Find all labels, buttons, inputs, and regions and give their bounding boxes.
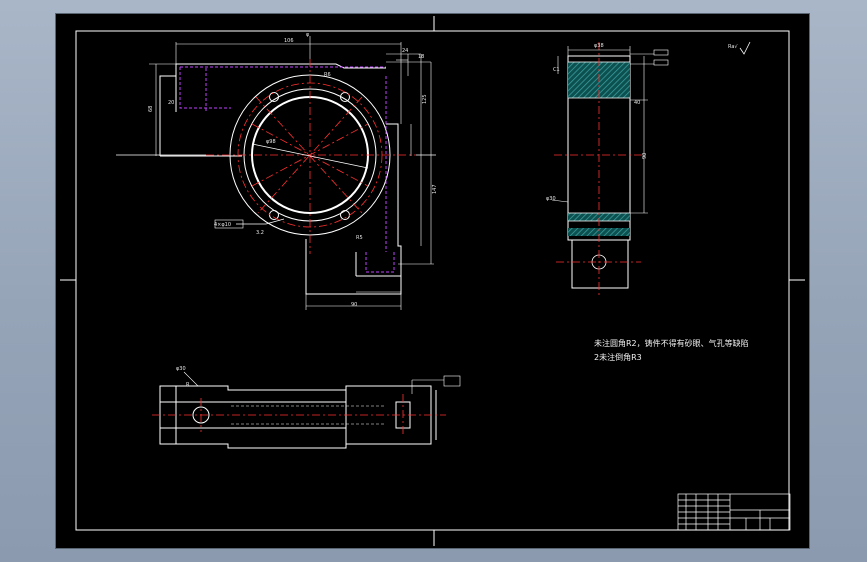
svg-text:R6: R6 bbox=[324, 72, 331, 78]
svg-text:C1: C1 bbox=[553, 67, 560, 73]
sheet-frame bbox=[60, 16, 805, 546]
svg-text:90: 90 bbox=[642, 153, 648, 159]
title-block bbox=[677, 493, 791, 531]
svg-text:147: 147 bbox=[432, 184, 438, 194]
svg-text:φ30: φ30 bbox=[176, 366, 186, 372]
svg-text:24: 24 bbox=[402, 48, 408, 54]
svg-text:3.2: 3.2 bbox=[256, 230, 264, 236]
svg-text:90: 90 bbox=[351, 302, 357, 308]
cad-drawing: 106 φ 24 18 125 147 68 20 90 φ98 4×φ10 R… bbox=[60, 16, 805, 546]
note-line-1: 未注圆角R2，铸件不得有砂眼、气孔等缺陷 bbox=[594, 338, 749, 348]
svg-text:R: R bbox=[186, 382, 190, 388]
svg-text:68: 68 bbox=[148, 106, 154, 112]
svg-text:φ38: φ38 bbox=[594, 43, 604, 49]
surface-roughness-label: Ra√ bbox=[728, 44, 738, 50]
svg-text:106: 106 bbox=[284, 38, 294, 44]
svg-text:4×φ10: 4×φ10 bbox=[214, 222, 231, 228]
svg-text:125: 125 bbox=[422, 94, 428, 104]
svg-text:φ30: φ30 bbox=[546, 196, 556, 202]
svg-text:R5: R5 bbox=[356, 235, 363, 241]
note-line-2: 2未注倒角R3 bbox=[594, 352, 642, 362]
svg-text:40: 40 bbox=[634, 100, 640, 106]
svg-text:φ: φ bbox=[306, 32, 310, 38]
svg-text:18: 18 bbox=[418, 54, 424, 60]
drawing-viewport[interactable]: 106 φ 24 18 125 147 68 20 90 φ98 4×φ10 R… bbox=[55, 13, 810, 549]
technical-notes: 未注圆角R2，铸件不得有砂眼、气孔等缺陷 2未注倒角R3 bbox=[594, 338, 749, 362]
side-view: φ38 90 40 C1 φ30 bbox=[546, 42, 669, 296]
top-view: φ30 R bbox=[152, 366, 461, 449]
svg-text:φ98: φ98 bbox=[266, 139, 276, 145]
front-view: 106 φ 24 18 125 147 68 20 90 φ98 4×φ10 R… bbox=[116, 32, 438, 310]
surface-roughness-symbol bbox=[739, 41, 751, 55]
svg-text:20: 20 bbox=[168, 100, 174, 106]
